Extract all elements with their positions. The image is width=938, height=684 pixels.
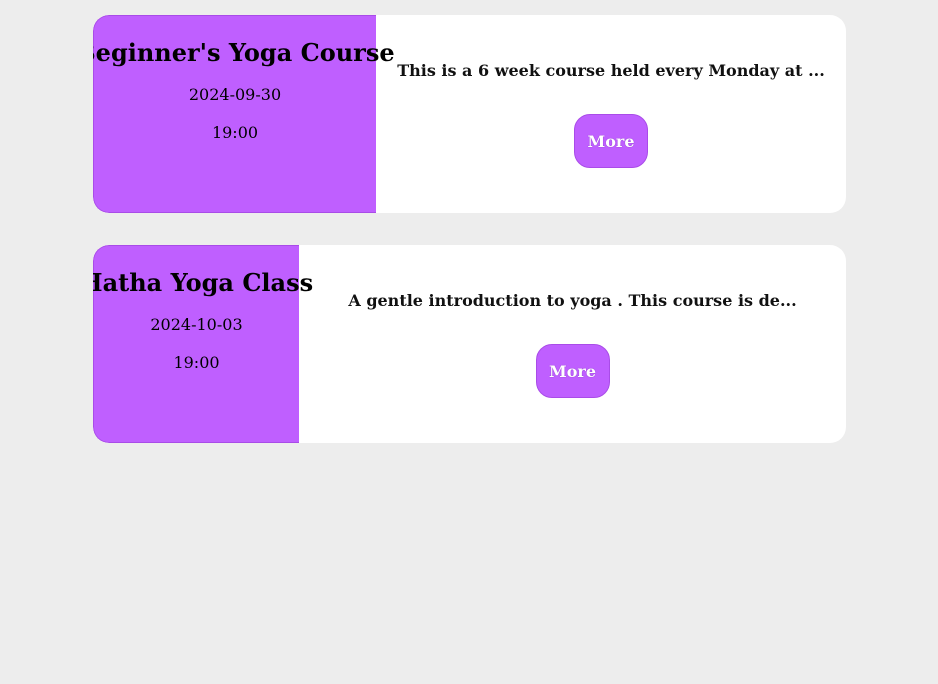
- course-header-panel: Hatha Yoga Class 2024-10-03 19:00: [93, 245, 313, 443]
- course-list: Beginner's Yoga Course 2024-09-30 19:00 …: [93, 15, 846, 475]
- course-title: Beginner's Yoga Course: [93, 38, 395, 67]
- course-date: 2024-10-03: [150, 315, 243, 334]
- more-button[interactable]: More: [574, 114, 648, 168]
- course-time: 19:00: [173, 353, 220, 372]
- course-details: A gentle introduction to yoga . This cou…: [299, 245, 846, 443]
- course-description: A gentle introduction to yoga . This cou…: [348, 291, 797, 310]
- course-title: Hatha Yoga Class: [93, 268, 314, 297]
- more-button[interactable]: More: [535, 344, 610, 398]
- course-details: This is a 6 week course held every Monda…: [376, 15, 846, 213]
- course-description: This is a 6 week course held every Monda…: [397, 61, 825, 80]
- course-time: 19:00: [211, 123, 259, 142]
- course-card: Beginner's Yoga Course 2024-09-30 19:00 …: [93, 15, 846, 213]
- course-date: 2024-09-30: [188, 85, 282, 104]
- course-card: Hatha Yoga Class 2024-10-03 19:00 A gent…: [93, 245, 846, 443]
- course-header-panel: Beginner's Yoga Course 2024-09-30 19:00: [93, 15, 395, 213]
